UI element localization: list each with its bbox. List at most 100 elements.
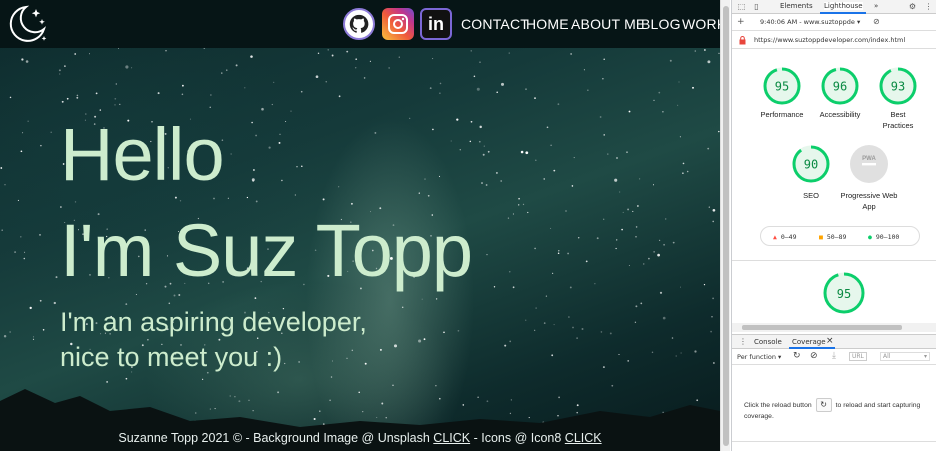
coverage-msg-part1: Click the reload button [744, 401, 812, 409]
star [634, 321, 637, 323]
tab-coverage[interactable]: Coverage [792, 338, 826, 346]
github-link[interactable] [343, 8, 375, 40]
linkedin-link[interactable]: in [420, 8, 452, 40]
star [244, 87, 246, 89]
star [657, 253, 660, 257]
website-viewport: in CONTACT HOME ABOUT ME BLOG WORK Hello… [0, 0, 720, 451]
reload-button[interactable]: ↻ [815, 398, 832, 412]
more-options-icon[interactable]: ⋮ [924, 2, 933, 11]
star [374, 131, 377, 134]
star [602, 78, 604, 80]
gauge-seo[interactable]: 90 SEO [781, 144, 841, 201]
star [509, 340, 512, 343]
star [600, 331, 603, 333]
star [88, 53, 91, 55]
page-scrollbar[interactable] [720, 0, 730, 451]
moon-stars-logo-icon[interactable] [6, 3, 48, 45]
gauge-accessibility[interactable]: 96 Accessibility [810, 66, 870, 120]
close-coverage-icon[interactable]: × [826, 336, 834, 346]
star [609, 332, 612, 335]
page-scroll-thumb[interactable] [723, 6, 729, 446]
nav-blog[interactable]: BLOG [641, 16, 681, 32]
audited-url[interactable]: https://www.suztoppdeveloper.com/index.h… [754, 36, 905, 44]
star [42, 329, 45, 331]
score-legend: ▲ 0–49 ■ 50–89 ● 90–100 [760, 226, 920, 246]
star [627, 360, 630, 362]
settings-gear-icon[interactable]: ⚙ [908, 2, 917, 11]
best-practices-score-ring: 93 [879, 67, 917, 105]
unsplash-credit-link[interactable]: CLICK [433, 431, 470, 445]
tab-elements[interactable]: Elements [780, 2, 813, 10]
star [298, 361, 300, 363]
reload-icon[interactable]: ↻ [793, 351, 801, 361]
star [711, 316, 713, 318]
seo-label: SEO [803, 191, 819, 200]
star [55, 276, 58, 279]
star [209, 106, 211, 108]
star [255, 200, 258, 203]
per-function-select[interactable]: Per function ▾ [737, 353, 781, 361]
gauge-best-practices[interactable]: 93 Best Practices [868, 66, 928, 131]
star [58, 69, 61, 72]
star [235, 64, 238, 67]
performance-score-ring: 95 [763, 67, 801, 105]
star [534, 247, 536, 250]
star [616, 157, 618, 159]
seo-score-ring: 90 [792, 145, 830, 183]
star [354, 67, 357, 69]
report-scroll-thumb[interactable] [742, 325, 902, 330]
device-toolbar-icon[interactable]: ▯ [752, 2, 761, 11]
star [520, 150, 524, 154]
nav-contact[interactable]: CONTACT [461, 16, 529, 32]
tab-lighthouse[interactable]: Lighthouse [824, 2, 863, 10]
nav-work[interactable]: WORK [682, 16, 720, 32]
star [545, 295, 548, 297]
report-selector[interactable]: 9:40:06 AM - www.suztoppde ▾ [760, 18, 860, 26]
star [346, 50, 349, 53]
hero-subtitle-line1: I'm an aspiring developer, [60, 307, 367, 337]
icon8-credit-link[interactable]: CLICK [565, 431, 602, 445]
more-tabs-button[interactable]: » [874, 2, 878, 10]
star [29, 306, 32, 310]
add-report-icon[interactable]: + [737, 17, 745, 27]
gauge-performance[interactable]: 95 Performance [752, 66, 812, 120]
performance-detail-ring: 95 [823, 272, 865, 314]
star [409, 117, 411, 119]
star [527, 211, 529, 214]
footer-credits-middle: - Icons @ Icon8 [470, 431, 565, 445]
star [9, 96, 12, 99]
star [469, 140, 472, 143]
chevron-down-icon: ▾ [856, 18, 861, 26]
coverage-empty-message: Click the reload button ↻ to reload and st… [744, 398, 936, 421]
star [255, 134, 257, 137]
gauge-pwa[interactable]: PWA Progressive Web App [839, 144, 899, 212]
drawer-menu-icon[interactable]: ⋮ [739, 337, 747, 346]
star [14, 251, 17, 254]
url-filter-input[interactable]: URL [849, 352, 867, 361]
star [672, 241, 675, 244]
star [493, 286, 496, 288]
type-filter-select[interactable]: All ▾ [880, 352, 930, 361]
star [603, 218, 605, 220]
star [423, 338, 426, 341]
star [512, 213, 514, 215]
star [457, 329, 460, 332]
instagram-link[interactable] [382, 8, 414, 40]
star [17, 199, 19, 201]
nav-about-me[interactable]: ABOUT ME [571, 16, 645, 32]
inspect-element-icon[interactable]: ⬚ [737, 2, 746, 11]
star [278, 141, 281, 144]
star [338, 95, 341, 98]
star [50, 131, 52, 134]
tab-console[interactable]: Console [754, 338, 782, 346]
star [602, 366, 605, 369]
export-icon[interactable]: ⤓ [832, 351, 836, 361]
star [379, 348, 382, 351]
star [435, 298, 438, 300]
legend-average-label: 50–89 [826, 233, 847, 241]
report-horizontal-scrollbar[interactable] [732, 323, 936, 332]
nav-home[interactable]: HOME [526, 16, 569, 32]
clear-icon[interactable]: ⊘ [810, 351, 818, 361]
gauge-performance-detail[interactable]: 95 [822, 271, 866, 315]
clear-reports-icon[interactable]: ⊘ [873, 17, 880, 26]
